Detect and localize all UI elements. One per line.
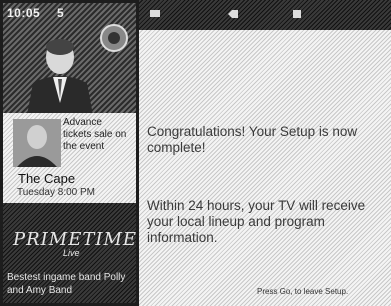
lineup-info-message: Within 24 hours, your TV will receive yo… bbox=[147, 198, 366, 245]
top-bar bbox=[139, 0, 391, 30]
flag-icon bbox=[293, 10, 301, 18]
tag-icon bbox=[228, 10, 238, 18]
sidebar: 10:05 5 Advance tickets sale on the even… bbox=[0, 0, 139, 306]
setup-complete-panel: Congratulations! Your Setup is now compl… bbox=[139, 30, 391, 306]
promo-thumbnail-image bbox=[13, 119, 61, 167]
channel-logo-icon bbox=[100, 24, 128, 52]
news-anchor-image bbox=[27, 39, 93, 113]
clock-time: 10:05 bbox=[7, 6, 41, 20]
promo-show-title: The Cape bbox=[18, 171, 76, 186]
live-video-preview[interactable]: 10:05 5 bbox=[3, 3, 136, 113]
setup-complete-message: Congratulations! Your Setup is now compl… bbox=[147, 124, 358, 155]
tv-icon bbox=[150, 10, 160, 17]
promo-schedule: Tuesday 8:00 PM bbox=[17, 187, 96, 198]
primetime-banner[interactable]: PRIMETIME Live Bestest ingame band Polly… bbox=[3, 203, 136, 303]
channel-number: 5 bbox=[57, 6, 64, 20]
promo-ad[interactable]: Advance tickets sale on the event The Ca… bbox=[3, 113, 136, 203]
exit-hint: Press Go, to leave Setup. bbox=[257, 287, 349, 296]
promo-text: Advance tickets sale on the event bbox=[63, 117, 127, 152]
primetime-blurb: Bestest ingame band Polly and Amy Band bbox=[7, 272, 126, 296]
primetime-subtitle: Live bbox=[63, 248, 80, 258]
primetime-logo: PRIMETIME bbox=[13, 229, 138, 250]
